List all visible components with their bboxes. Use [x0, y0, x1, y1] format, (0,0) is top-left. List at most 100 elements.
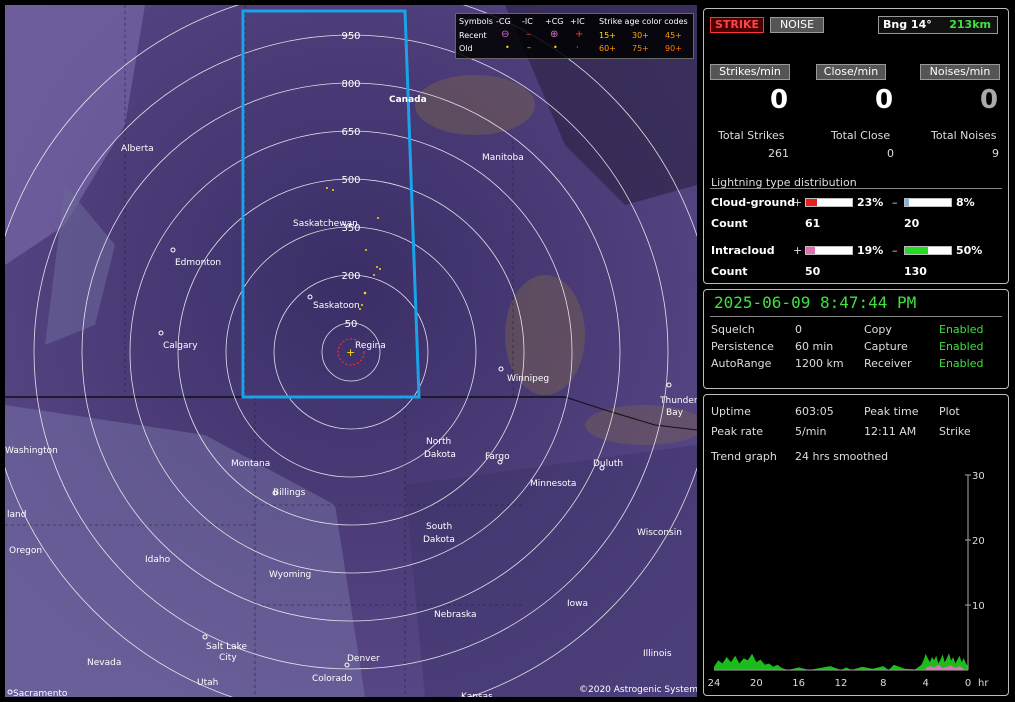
place-label: Fargo [485, 452, 510, 462]
ic-negative-fill [905, 247, 928, 254]
legend-neg-cg: -CG [496, 17, 511, 26]
place-label: Wyoming [269, 570, 311, 580]
legend-recent-neg-cg-icon: ⊖ [501, 29, 510, 40]
place-label: South [426, 522, 452, 532]
legend-age-title: Strike age color codes [599, 17, 688, 26]
receiver-label: Receiver [864, 357, 912, 370]
persistence-value: 60 min [795, 340, 834, 353]
copy-label: Copy [864, 323, 892, 336]
y-tick-label: 30 [972, 471, 985, 482]
total-strikes-label: Total Strikes [718, 129, 785, 142]
x-tick-label: 24 [708, 678, 721, 689]
capture-value[interactable]: Enabled [939, 340, 983, 353]
ic-positive-bar [805, 246, 853, 255]
strikes-per-min-button[interactable]: Strikes/min [710, 64, 790, 80]
total-close-label: Total Close [831, 129, 891, 142]
ic-positive-pct: 19% [857, 244, 884, 257]
place-label: Denver [347, 654, 380, 664]
place-label: Colorado [312, 674, 353, 684]
place-label: Nevada [87, 658, 121, 668]
place-label: Wisconsin [637, 528, 682, 538]
y-tick-label: 20 [972, 536, 985, 547]
legend-recent-pos-cg-icon: ⊕ [550, 29, 559, 40]
peak-rate-value: 5/min [795, 425, 827, 438]
legend-old-neg-cg-icon: • [505, 43, 510, 52]
place-label: Montana [231, 459, 270, 469]
x-tick-label: 0 [965, 678, 971, 689]
plot-value[interactable]: Strike [939, 425, 971, 438]
peak-time-value: 12:11 AM [864, 425, 917, 438]
legend-old-pos-cg-icon: • [553, 43, 558, 52]
intracloud-label: Intracloud [711, 244, 775, 257]
ic-positive-count: 50 [805, 265, 821, 278]
legend-recent-label: Recent [459, 31, 487, 40]
legend-age-60: 60+ [599, 44, 616, 53]
place-label: Billings [273, 488, 306, 498]
place-label: Alberta [121, 144, 154, 154]
peak-rate-label: Peak rate [711, 425, 763, 438]
x-tick-label: 8 [880, 678, 886, 689]
symbol-legend: Symbols -CG -IC +CG +IC Strike age color… [455, 13, 694, 59]
range-ring-label: 650 [341, 127, 360, 138]
squelch-value: 0 [795, 323, 802, 336]
place-label: Dakota [424, 450, 456, 460]
total-noises-value: 9 [992, 147, 999, 160]
total-strikes-value: 261 [768, 147, 789, 160]
strike-mark [379, 268, 381, 270]
strike-mark [376, 266, 378, 268]
noises-per-min-button[interactable]: Noises/min [920, 64, 1000, 80]
cg-positive-count: 61 [805, 217, 821, 230]
place-label: Iowa [567, 599, 588, 609]
close-per-min-value: 0 [874, 85, 894, 115]
plot-label: Plot [939, 405, 960, 418]
total-noises-label: Total Noises [931, 129, 997, 142]
cg-negative-count: 20 [904, 217, 920, 230]
x-tick-label: 16 [792, 678, 805, 689]
legend-age-75: 75+ [632, 44, 649, 53]
lightning-map[interactable]: 502003505006508009501100 + [5, 5, 697, 697]
place-label: land [7, 510, 26, 520]
cg-positive-fill [806, 199, 817, 206]
strike-mark [326, 187, 328, 189]
legend-age-15: 15+ [599, 31, 616, 40]
x-axis-label: hr [978, 678, 989, 689]
legend-age-45: 45+ [665, 31, 682, 40]
peak-time-label: Peak time [864, 405, 919, 418]
strike-button[interactable]: STRIKE [710, 17, 764, 33]
receiver-value[interactable]: Enabled [939, 357, 983, 370]
place-label: Regina [355, 341, 386, 351]
place-label: Canada [389, 95, 427, 105]
bearing-display: Bng 14° 213km [878, 16, 998, 34]
noise-button[interactable]: NOISE [770, 17, 824, 33]
strikes-per-min-value: 0 [769, 85, 789, 115]
range-ring-label: 950 [341, 31, 360, 42]
legend-pos-cg: +CG [545, 17, 564, 26]
cg-negative-bar [904, 198, 952, 207]
copy-value[interactable]: Enabled [939, 323, 983, 336]
legend-age-30: 30+ [632, 31, 649, 40]
close-per-min-button[interactable]: Close/min [816, 64, 886, 80]
uptime-label: Uptime [711, 405, 751, 418]
range-ring-label: 800 [341, 79, 360, 90]
ic-negative-count: 130 [904, 265, 927, 278]
terrain-lakes-north [415, 75, 535, 135]
ic-count-label: Count [711, 265, 748, 278]
place-label: Minnesota [530, 479, 576, 489]
stats-panel: Uptime 603:05 Peak time Plot Peak rate 5… [703, 394, 1009, 696]
place-label: Saskatoon [313, 301, 360, 311]
autorange-value: 1200 km [795, 357, 844, 370]
cg-negative-fill [905, 199, 909, 206]
legend-old-label: Old [459, 44, 473, 53]
place-label: Sacramento [13, 689, 68, 697]
x-tick-label: 4 [922, 678, 928, 689]
x-tick-label: 12 [835, 678, 848, 689]
strike-mark [332, 189, 334, 191]
receiver-marker: + [346, 346, 355, 359]
trend-graph-label: Trend graph [711, 450, 777, 463]
cg-positive-bar [805, 198, 853, 207]
strike-mark [373, 274, 375, 276]
ic-positive-fill [806, 247, 815, 254]
range-ring-label: 200 [341, 271, 360, 282]
x-tick-label: 20 [750, 678, 763, 689]
cg-negative-pct: 8% [956, 196, 975, 209]
